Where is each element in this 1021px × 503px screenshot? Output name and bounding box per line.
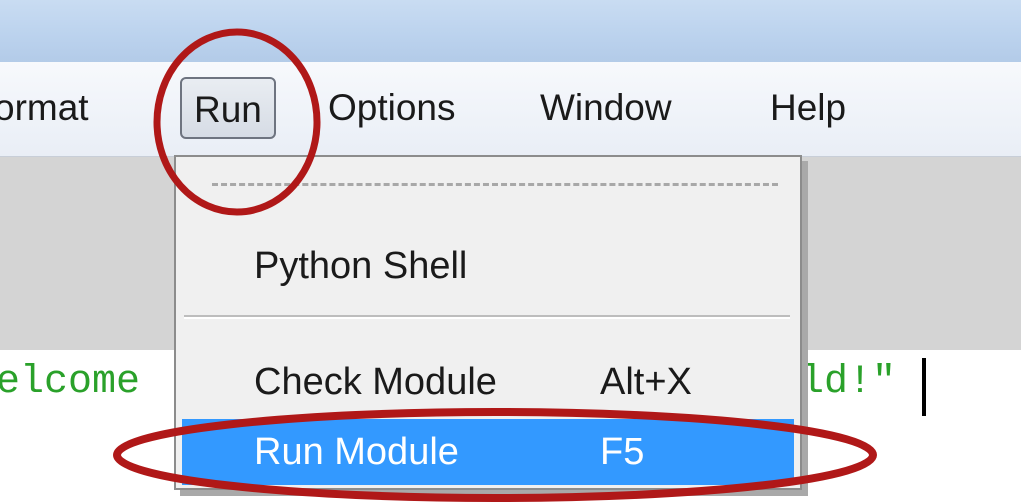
menu-item-shortcut: Alt+X <box>600 361 692 403</box>
menu-item-python-shell[interactable]: Python Shell <box>182 233 794 299</box>
menu-separator <box>184 315 790 319</box>
menu-help[interactable]: Help <box>770 82 846 134</box>
menu-format[interactable]: ormat <box>0 82 89 134</box>
menu-options[interactable]: Options <box>328 82 456 134</box>
menu-run[interactable]: Run <box>180 77 276 139</box>
code-text-left: elcome <box>0 360 141 405</box>
menu-item-label: Check Module <box>254 361 497 403</box>
menu-tearoff-line[interactable] <box>212 183 778 186</box>
run-menu-dropdown: Python Shell Check Module Alt+X Run Modu… <box>174 155 802 490</box>
menu-window[interactable]: Window <box>540 82 672 134</box>
code-text-right: ld!" <box>800 360 897 405</box>
menu-item-shortcut: F5 <box>600 431 645 473</box>
text-caret <box>922 358 926 416</box>
menu-item-label: Python Shell <box>254 245 468 287</box>
menu-item-run-module[interactable]: Run Module F5 <box>182 419 794 485</box>
menu-item-label: Run Module <box>254 431 459 473</box>
menu-item-check-module[interactable]: Check Module Alt+X <box>182 349 794 415</box>
menu-bar: ormat Run Options Window Help <box>0 62 1021 157</box>
window-title-bar <box>0 0 1021 62</box>
